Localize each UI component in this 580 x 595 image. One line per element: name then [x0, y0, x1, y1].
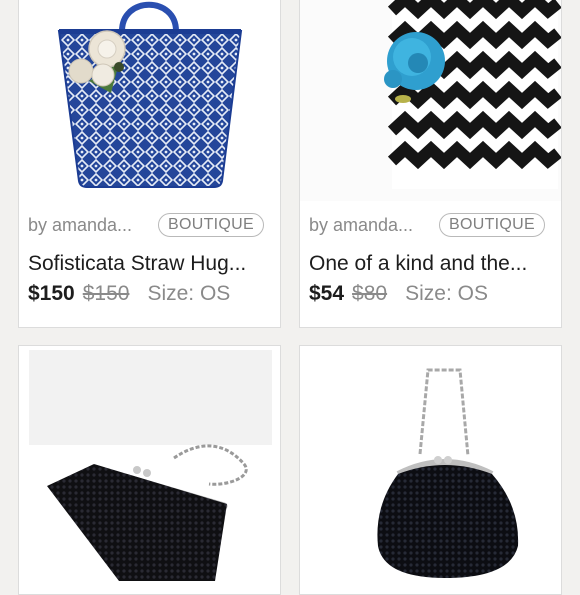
listing-price: $150	[28, 282, 75, 305]
listing-card-2[interactable]: by amanda... BOUTIQUE One of a kind and …	[299, 0, 562, 328]
chevron-tote-image	[300, 0, 561, 201]
blue-tote-image	[19, 0, 280, 201]
listing-size: Size: OS	[147, 282, 231, 305]
listing-price: $54	[309, 282, 345, 305]
listing-image-tote[interactable]	[19, 0, 280, 201]
original-price: $80	[352, 282, 388, 305]
listing-card-1[interactable]: by amanda... BOUTIQUE Sofisticata Straw …	[18, 0, 281, 328]
listing-title[interactable]: One of a kind and the...	[309, 252, 527, 276]
boutique-badge: BOUTIQUE	[158, 213, 264, 237]
listing-image-pouch[interactable]	[300, 346, 561, 594]
seller-name[interactable]: by amanda...	[28, 215, 132, 236]
boutique-badge: BOUTIQUE	[439, 213, 545, 237]
sequin-clutch-image	[19, 346, 280, 594]
listing-title[interactable]: Sofisticata Straw Hug...	[28, 252, 246, 276]
listing-image-chevron-tote[interactable]	[300, 0, 561, 201]
seller-name[interactable]: by amanda...	[309, 215, 413, 236]
sequin-pouch-image	[300, 346, 561, 594]
listing-card-3[interactable]	[18, 345, 281, 595]
listing-size: Size: OS	[405, 282, 488, 305]
original-price: $150	[82, 282, 130, 305]
listing-card-4[interactable]	[299, 345, 562, 595]
listing-image-clutch[interactable]	[19, 346, 280, 594]
